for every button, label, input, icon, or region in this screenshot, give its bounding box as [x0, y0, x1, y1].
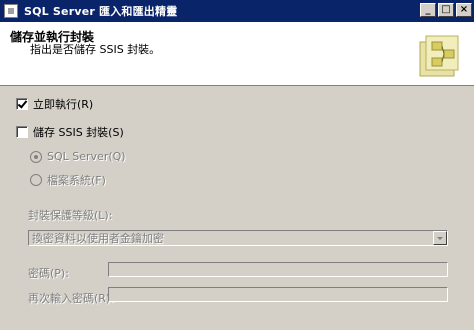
retype-password-field[interactable]: [108, 287, 448, 302]
app-icon: [4, 4, 18, 18]
sql-server-radio[interactable]: SQL Server(Q): [30, 150, 126, 163]
protection-level-value: 換密資料以使用者金鑰加密: [32, 232, 164, 245]
save-ssis-label: 儲存 SSIS 封裝(S): [33, 126, 124, 139]
save-ssis-checkbox[interactable]: 儲存 SSIS 封裝(S): [16, 124, 124, 140]
retype-password-label: 再次輸入密碼(R):: [28, 292, 114, 305]
file-system-label: 檔案系統(F): [47, 174, 106, 187]
protection-level-label: 封裝保護等級(L):: [28, 209, 113, 222]
file-system-radio[interactable]: 檔案系統(F): [30, 172, 106, 188]
password-label: 密碼(P):: [28, 267, 69, 280]
window-title: SQL Server 匯入和匯出精靈: [24, 5, 178, 18]
wizard-window: SQL Server 匯入和匯出精靈 _ □ × 儲存並執行封裝 指出是否儲存 …: [0, 0, 474, 330]
run-immediately-label: 立即執行(R): [33, 98, 94, 111]
sql-server-label: SQL Server(Q): [47, 150, 126, 163]
wizard-header: 儲存並執行封裝 指出是否儲存 SSIS 封裝。: [0, 22, 474, 86]
run-immediately-check-mark[interactable]: [16, 98, 28, 110]
maximize-icon[interactable]: □: [438, 3, 454, 17]
protection-level-select[interactable]: 換密資料以使用者金鑰加密: [28, 230, 448, 246]
save-ssis-check-box[interactable]: [16, 126, 28, 138]
title-bar[interactable]: SQL Server 匯入和匯出精靈 _ □ ×: [0, 0, 474, 22]
dropdown-arrow-icon[interactable]: [433, 231, 447, 245]
sql-server-radio-dot[interactable]: [30, 150, 42, 163]
password-field[interactable]: [108, 262, 448, 277]
wizard-graphic-icon: [419, 35, 459, 77]
window-controls: _ □ ×: [420, 3, 472, 17]
run-immediately-checkbox[interactable]: 立即執行(R): [16, 96, 93, 112]
close-icon[interactable]: ×: [456, 3, 472, 17]
page-subtitle: 指出是否儲存 SSIS 封裝。: [30, 43, 161, 56]
file-system-radio-dot[interactable]: [30, 174, 42, 186]
minimize-icon[interactable]: _: [420, 3, 436, 17]
